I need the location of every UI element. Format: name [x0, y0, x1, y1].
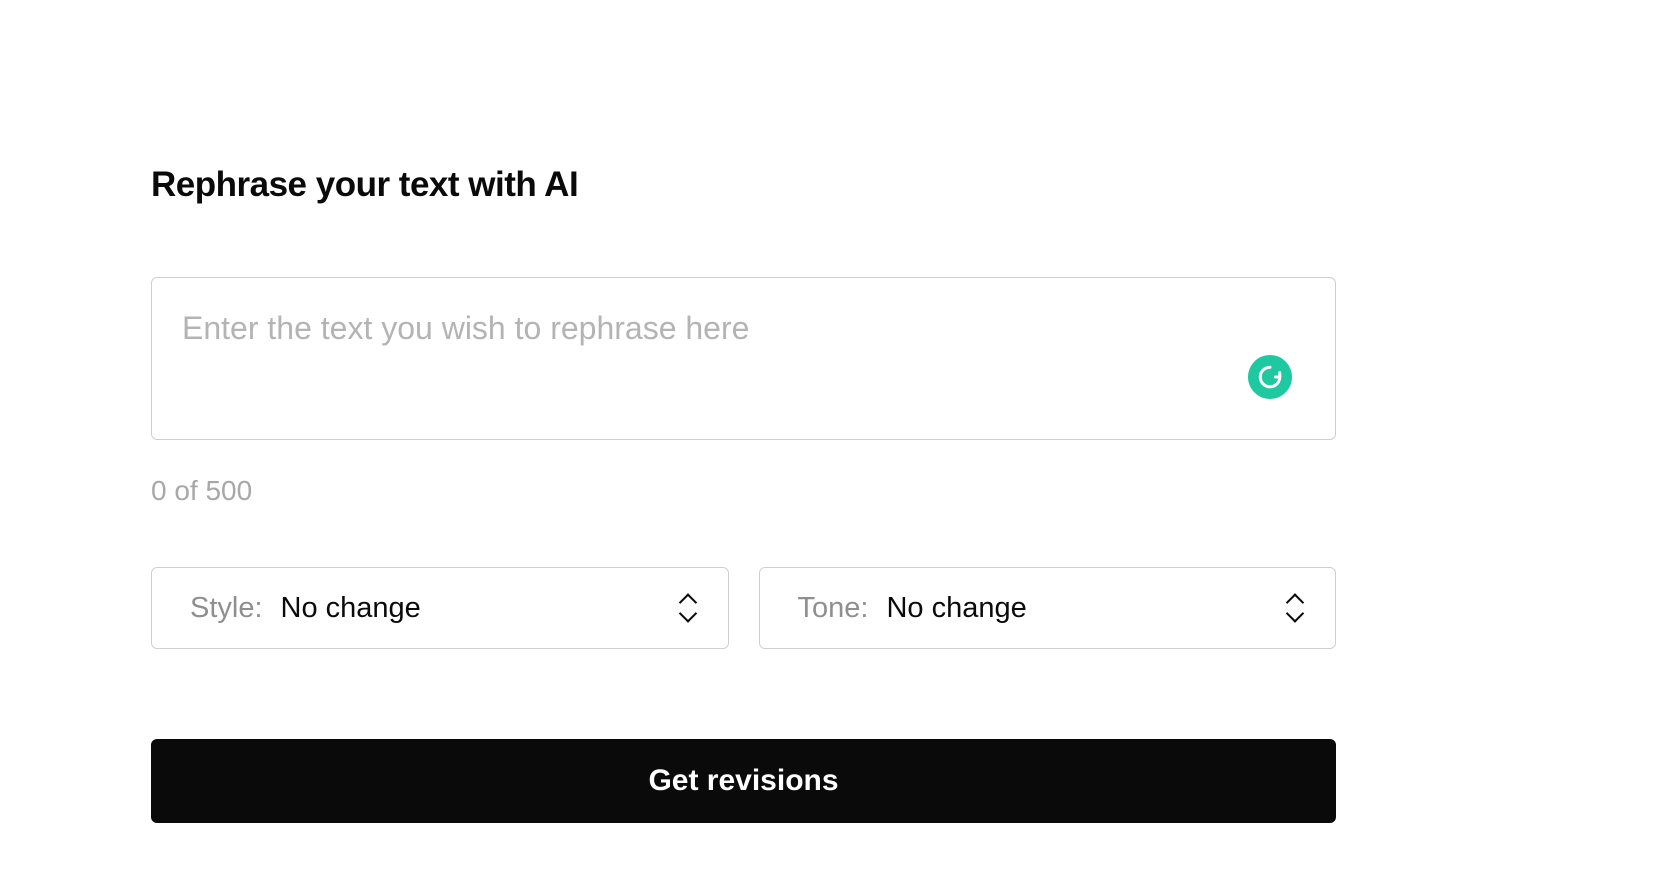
- tone-select-label: Tone:: [798, 592, 869, 625]
- chevron-updown-icon: [678, 594, 698, 622]
- get-revisions-button[interactable]: Get revisions: [151, 739, 1336, 823]
- character-counter: 0 of 500: [151, 475, 1336, 507]
- selects-row: Style: No change Tone: No change: [151, 567, 1336, 649]
- textarea-wrapper: [151, 277, 1336, 445]
- page-heading: Rephrase your text with AI: [151, 165, 1336, 205]
- style-select-label: Style:: [190, 592, 263, 625]
- chevron-updown-icon: [1285, 594, 1305, 622]
- style-select[interactable]: Style: No change: [151, 567, 729, 649]
- grammarly-icon[interactable]: [1248, 355, 1292, 399]
- tone-select[interactable]: Tone: No change: [759, 567, 1337, 649]
- rephrase-text-input[interactable]: [151, 277, 1336, 440]
- style-select-value: No change: [281, 592, 678, 625]
- tone-select-value: No change: [886, 592, 1285, 625]
